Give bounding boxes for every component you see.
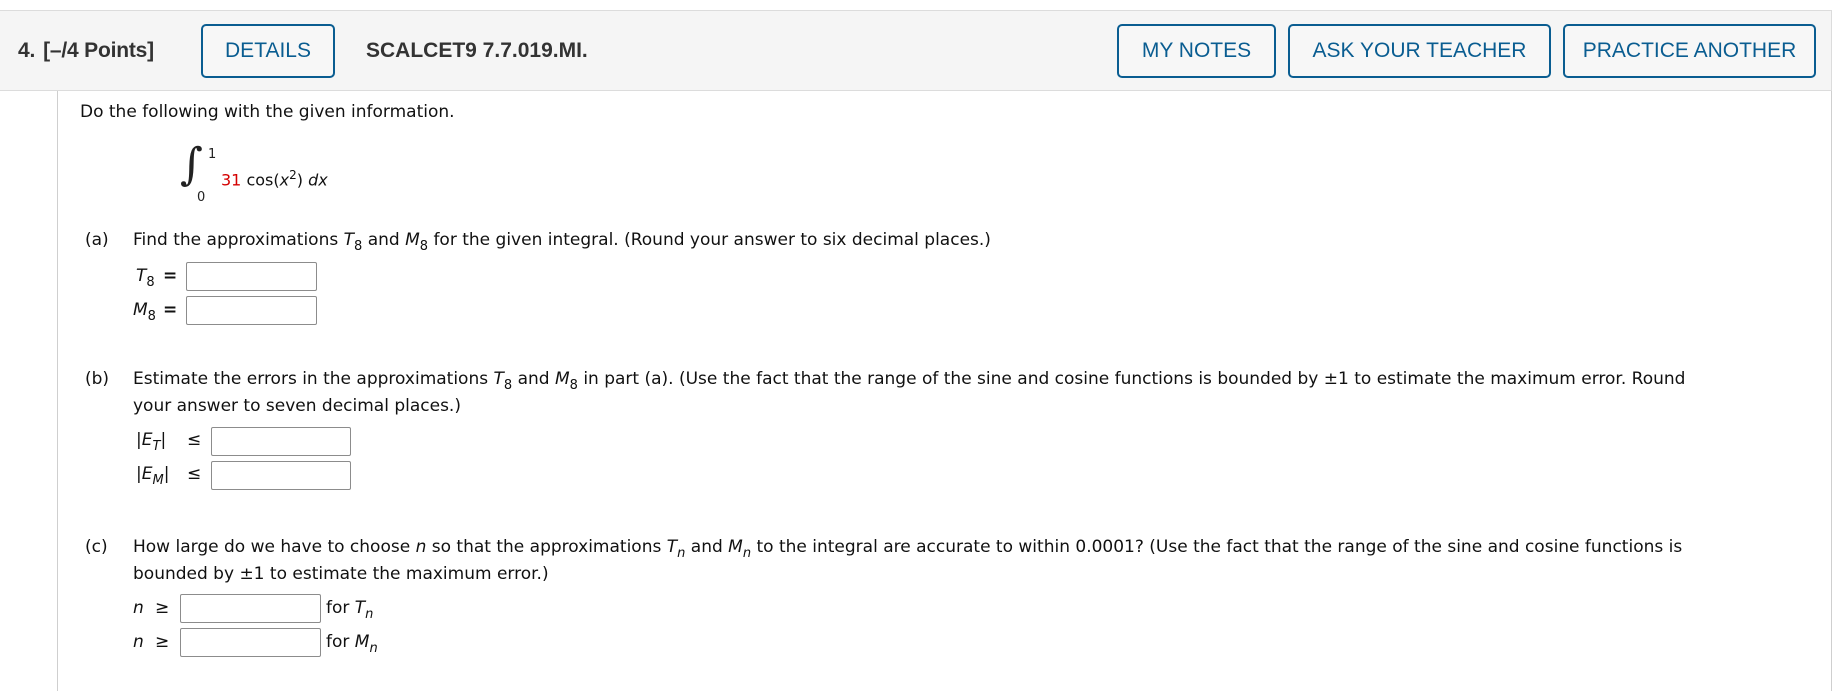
differential: dx: [308, 170, 328, 190]
integrand: 31 cos(x2) dx: [221, 168, 328, 190]
coefficient: 31: [221, 170, 242, 190]
n-label-m: n: [133, 632, 144, 652]
question-number: 4.: [18, 39, 36, 62]
t8-equals: =: [163, 266, 178, 286]
question-points: 4. [–/4 Points]: [18, 39, 154, 63]
points-label: [–/4 Points]: [43, 39, 154, 62]
m8-input[interactable]: [186, 296, 317, 325]
m8-equals: =: [163, 300, 178, 320]
m8-label: M8: [133, 300, 156, 324]
intro-text: Do the following with the given informat…: [80, 102, 455, 122]
n-geq-t: ≥: [155, 598, 170, 618]
part-a-question: Find the approximations T8 and M8 for th…: [133, 230, 991, 254]
part-c-label: (c): [85, 537, 108, 557]
lower-limit: 0: [197, 190, 206, 205]
n-geq-m: ≥: [155, 632, 170, 652]
part-b-label: (b): [85, 369, 110, 389]
details-button[interactable]: DETAILS: [201, 24, 335, 78]
my-notes-button[interactable]: MY NOTES: [1117, 24, 1276, 78]
part-c-question-line2: bounded by ±1 to estimate the maximum er…: [133, 564, 549, 584]
part-a-label: (a): [85, 230, 109, 250]
problem-code: SCALCET9 7.7.019.MI.: [366, 39, 588, 62]
et-label: |ET|: [136, 430, 167, 454]
practice-another-button[interactable]: PRACTICE ANOTHER: [1563, 24, 1816, 78]
t8-label: T8: [136, 266, 155, 290]
upper-limit: 1: [208, 147, 217, 162]
question-header: 4. [–/4 Points] DETAILS SCALCET9 7.7.019.…: [0, 10, 1832, 91]
part-b-question-line2: your answer to seven decimal places.): [133, 396, 461, 416]
n-for-t-input[interactable]: [180, 594, 321, 623]
et-input[interactable]: [211, 427, 351, 456]
et-leq: ≤: [187, 430, 202, 450]
ask-your-teacher-button[interactable]: ASK YOUR TEACHER: [1288, 24, 1551, 78]
em-leq: ≤: [187, 464, 202, 484]
integral-sign-icon: ∫: [180, 139, 203, 190]
n-label-t: n: [133, 598, 144, 618]
em-label: |EM|: [136, 464, 170, 488]
part-c-question: How large do we have to choose n so that…: [133, 537, 1683, 561]
n-for-m-input[interactable]: [180, 628, 321, 657]
em-input[interactable]: [211, 461, 351, 490]
for-mn-label: for Mn: [326, 632, 378, 656]
for-tn-label: for Tn: [326, 598, 374, 622]
part-b-question: Estimate the errors in the approximation…: [133, 369, 1686, 393]
t8-input[interactable]: [186, 262, 317, 291]
